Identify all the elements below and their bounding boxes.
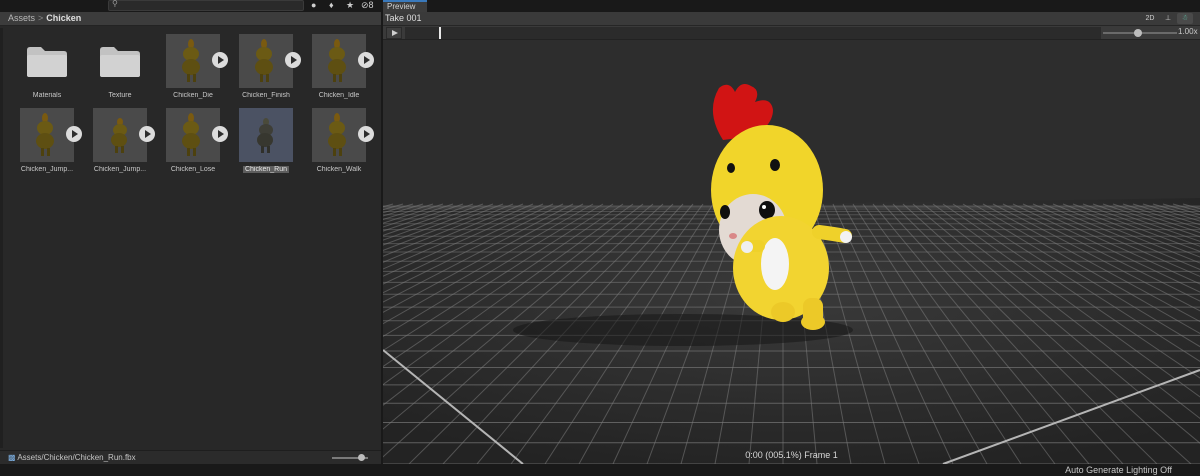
character-shadow	[513, 314, 853, 346]
play-button[interactable]	[386, 27, 402, 39]
playback-speed-knob[interactable]	[1134, 29, 1142, 37]
asset-model-chicken-jump-1[interactable]: Chicken_Jump...	[14, 108, 82, 180]
play-preview-button[interactable]	[358, 52, 374, 68]
search-icon: ⚲	[112, 0, 118, 8]
project-toolbar: ⚲ ● ♦ ★ ⊘8	[0, 0, 381, 12]
left-gutter	[0, 28, 3, 448]
asset-label: Chicken_Idle	[318, 92, 360, 99]
preview-panel: Preview Take 001 2D ⊥ ☃ 1.00x 0:00 (005.…	[383, 0, 1200, 464]
icon-size-slider-knob[interactable]	[358, 454, 365, 461]
clip-bar: Take 001 2D ⊥ ☃	[383, 12, 1200, 26]
asset-type-icon: ▩	[8, 453, 16, 462]
asset-label: Chicken_Walk	[316, 166, 362, 173]
status-bar: Auto Generate Lighting Off	[0, 464, 1200, 476]
project-footer: ▩ Assets/Chicken/Chicken_Run.fbx	[0, 450, 381, 464]
model-thumbnail	[239, 108, 293, 162]
asset-model-chicken-walk[interactable]: Chicken_Walk	[306, 108, 374, 180]
favorite-star-icon[interactable]: ★	[346, 0, 354, 11]
playhead[interactable]	[439, 27, 441, 39]
project-browser: ⚲ ● ♦ ★ ⊘8 Assets > Chicken Materials Text…	[0, 0, 381, 464]
play-preview-button[interactable]	[358, 126, 374, 142]
frame-info: 0:00 (005.1%) Frame 1	[745, 450, 838, 460]
asset-label: Materials	[32, 92, 62, 99]
clip-name: Take 001	[385, 13, 422, 23]
preview-tabbar: Preview	[383, 0, 1200, 12]
pivot-toggle-icon[interactable]: ⊥	[1161, 13, 1175, 24]
asset-label: Chicken_Finish	[242, 92, 290, 99]
chicken-model-icon	[257, 118, 273, 153]
asset-label: Chicken_Run	[233, 166, 299, 173]
play-preview-button[interactable]	[285, 52, 301, 68]
asset-model-chicken-idle[interactable]: Chicken_Idle	[306, 34, 374, 106]
breadcrumb-root[interactable]: Assets	[8, 13, 35, 23]
asset-model-chicken-die[interactable]: Chicken_Die	[160, 34, 228, 106]
asset-model-chicken-lose[interactable]: Chicken_Lose	[160, 108, 228, 180]
asset-label: Chicken_Jump...	[93, 166, 147, 173]
play-preview-button[interactable]	[139, 126, 155, 142]
breadcrumb-separator: >	[38, 13, 44, 23]
hidden-packages-icon[interactable]: ⊘8	[361, 0, 374, 11]
filter-by-type-icon[interactable]: ●	[311, 0, 316, 11]
breadcrumb: Assets > Chicken	[0, 12, 381, 26]
timeline-bar: 1.00x	[383, 26, 1200, 40]
asset-model-chicken-finish[interactable]: Chicken_Finish	[233, 34, 301, 106]
search-input[interactable]: ⚲	[108, 0, 304, 11]
selected-asset-path: Assets/Chicken/Chicken_Run.fbx	[17, 453, 136, 462]
asset-label: Chicken_Die	[173, 92, 213, 99]
asset-model-chicken-jump-2[interactable]: Chicken_Jump...	[87, 108, 155, 180]
play-preview-button[interactable]	[66, 126, 82, 142]
folder-icon	[27, 47, 67, 77]
play-preview-button[interactable]	[212, 52, 228, 68]
filter-by-label-icon[interactable]: ♦	[329, 0, 334, 11]
asset-label: Chicken_Jump...	[20, 166, 74, 173]
preview-scene	[383, 40, 1200, 464]
toggle-2d-button[interactable]: 2D	[1143, 13, 1157, 24]
timeline-scrubber[interactable]	[405, 27, 1101, 39]
avatar-toggle-icon[interactable]: ☃	[1177, 13, 1193, 24]
asset-folder-materials[interactable]: Materials	[14, 34, 80, 106]
play-preview-button[interactable]	[212, 126, 228, 142]
folder-icon	[100, 47, 140, 77]
playback-speed-value: 1.00x	[1178, 27, 1198, 36]
tab-preview[interactable]: Preview	[383, 0, 427, 12]
asset-label: Chicken_Lose	[170, 166, 216, 173]
asset-folder-texture[interactable]: Texture	[87, 34, 153, 106]
preview-viewport[interactable]: 0:00 (005.1%) Frame 1	[383, 40, 1200, 464]
hidden-count: 8	[368, 0, 374, 10]
lighting-status[interactable]: Auto Generate Lighting Off	[1065, 465, 1172, 475]
asset-model-chicken-run[interactable]: Chicken_Run	[233, 108, 299, 180]
asset-label: Texture	[108, 92, 132, 99]
breadcrumb-current[interactable]: Chicken	[46, 13, 81, 23]
asset-label-text: Chicken_Run	[242, 166, 290, 173]
